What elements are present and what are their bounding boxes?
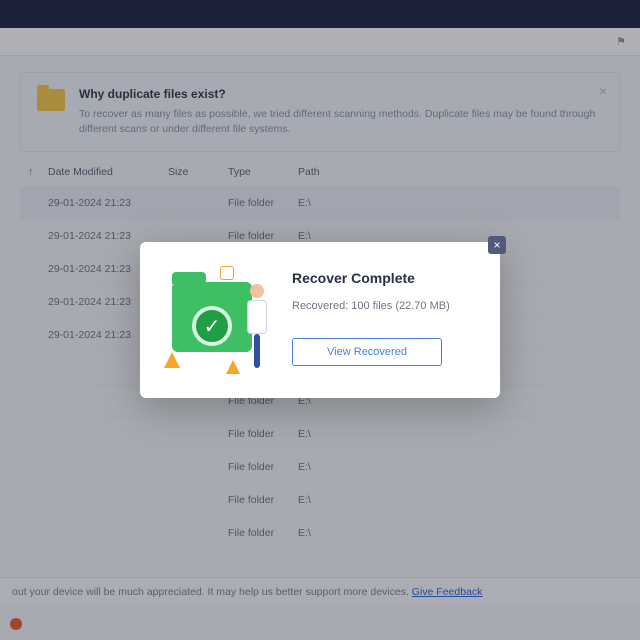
leaf-icon [226, 360, 240, 374]
recover-complete-dialog: × ✓ Recover Complete Recovered: 100 file… [140, 242, 500, 398]
dialog-illustration: ✓ [164, 264, 274, 374]
tag-icon [220, 266, 234, 280]
dialog-text: Recovered: 100 files (22.70 MB) [292, 300, 476, 312]
close-icon[interactable]: × [488, 236, 506, 254]
dialog-body: Recover Complete Recovered: 100 files (2… [292, 264, 476, 366]
person-icon [242, 284, 272, 368]
checkmark-icon: ✓ [192, 306, 232, 346]
view-recovered-button[interactable]: View Recovered [292, 338, 442, 366]
modal-overlay: × ✓ Recover Complete Recovered: 100 file… [0, 0, 640, 640]
dialog-title: Recover Complete [292, 270, 476, 286]
leaf-icon [164, 352, 180, 368]
